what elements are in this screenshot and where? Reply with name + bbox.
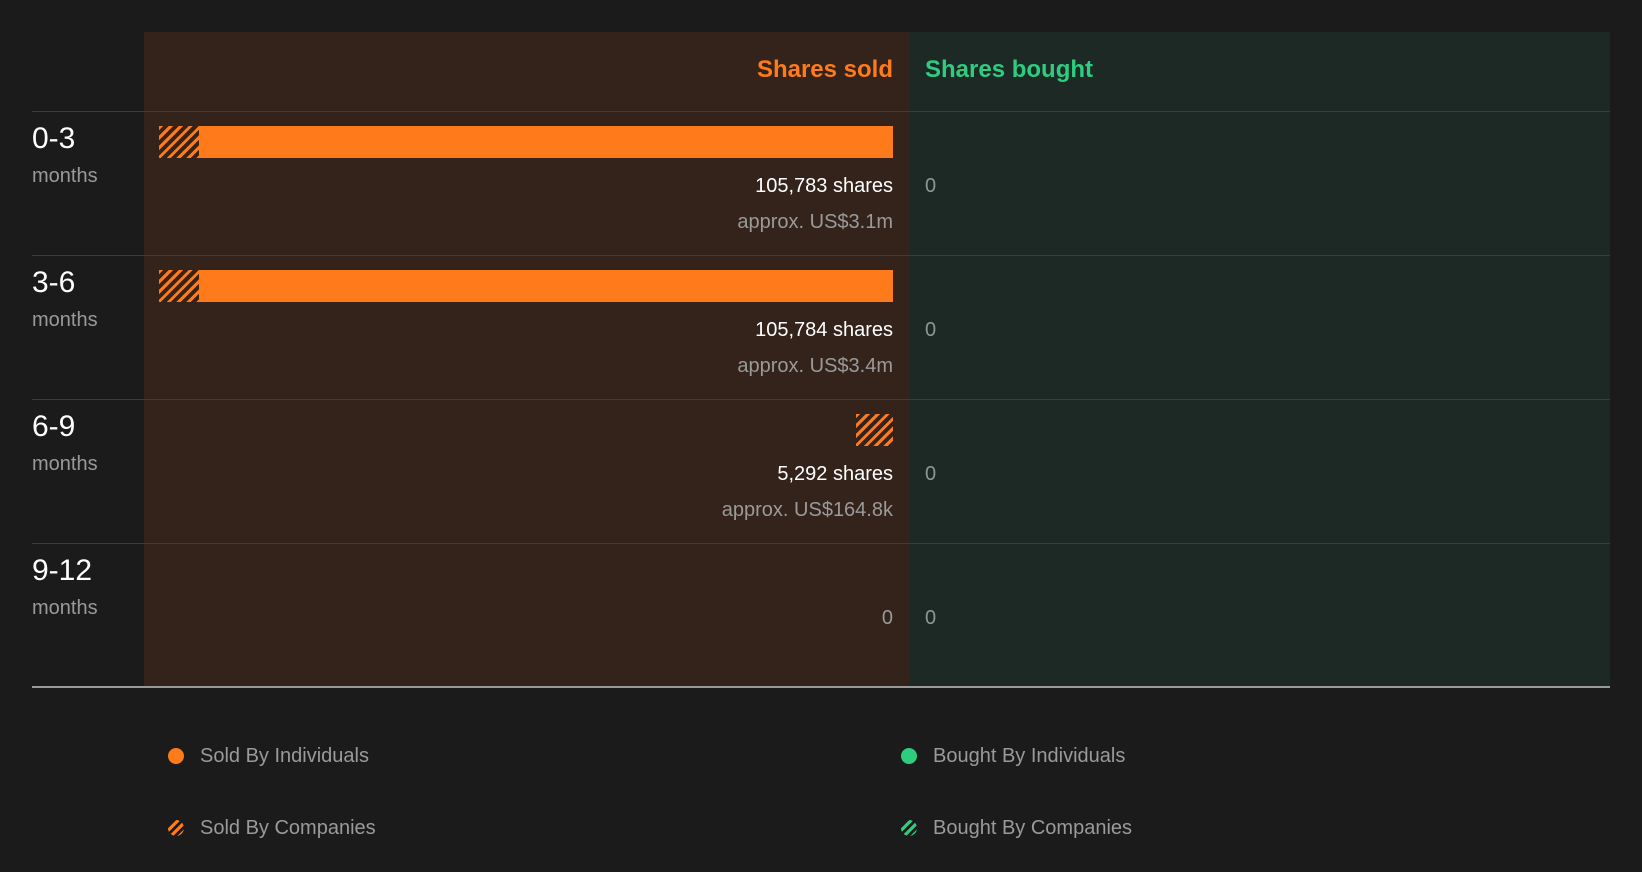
sold-by-individuals-bar <box>199 126 893 158</box>
legend-label: Sold By Individuals <box>200 745 369 767</box>
period-unit-label: months <box>32 453 98 475</box>
chart-row-3-6: 3-6 months 105,784 shares approx. US$3.4… <box>0 255 1642 399</box>
shares-bought-value: 0 <box>925 175 937 197</box>
sold-by-companies-bar <box>159 126 200 158</box>
shares-sold-approx-value: approx. US$3.4m <box>737 355 893 377</box>
legend-swatch-sold-individuals <box>168 748 184 764</box>
shares-sold-value: 5,292 shares <box>777 463 893 485</box>
sold-by-individuals-bar <box>199 270 893 302</box>
shares-bought-header: Shares bought <box>925 56 1094 83</box>
shares-bought-value: 0 <box>925 463 937 485</box>
legend-label: Sold By Companies <box>200 817 376 839</box>
chart-baseline <box>32 686 1610 688</box>
legend-swatch-bought-individuals <box>901 748 917 764</box>
sold-by-companies-bar <box>856 414 893 446</box>
shares-sold-approx-value: approx. US$3.1m <box>737 211 893 233</box>
chart-row-9-12: 9-12 months 0 0 <box>0 543 1642 687</box>
insider-trading-chart: Shares sold Shares bought 0-3 months 105… <box>0 0 1642 700</box>
period-unit-label: months <box>32 597 98 619</box>
sold-by-companies-bar <box>159 270 200 302</box>
period-label: 3-6 <box>32 266 76 299</box>
shares-sold-value: 105,784 shares <box>755 319 893 341</box>
period-label: 9-12 <box>32 554 93 587</box>
legend-label: Bought By Individuals <box>933 745 1126 767</box>
shares-sold-value: 105,783 shares <box>755 175 893 197</box>
period-unit-label: months <box>32 165 98 187</box>
period-label: 6-9 <box>32 410 76 443</box>
legend-swatch-sold-companies <box>168 820 184 836</box>
period-unit-label: months <box>32 309 98 331</box>
chart-row-6-9: 6-9 months 5,292 shares approx. US$164.8… <box>0 399 1642 543</box>
chart-legend: Sold By Individuals Bought By Individual… <box>0 700 1642 872</box>
shares-bought-value: 0 <box>925 319 937 341</box>
shares-sold-header: Shares sold <box>756 56 893 83</box>
shares-sold-value: 0 <box>881 607 893 629</box>
shares-sold-approx-value: approx. US$164.8k <box>721 499 893 521</box>
period-label: 0-3 <box>32 122 76 155</box>
shares-bought-value: 0 <box>925 607 937 629</box>
legend-label: Bought By Companies <box>933 817 1133 839</box>
chart-row-0-3: 0-3 months 105,783 shares approx. US$3.1… <box>0 111 1642 255</box>
legend-swatch-bought-companies <box>901 820 917 836</box>
